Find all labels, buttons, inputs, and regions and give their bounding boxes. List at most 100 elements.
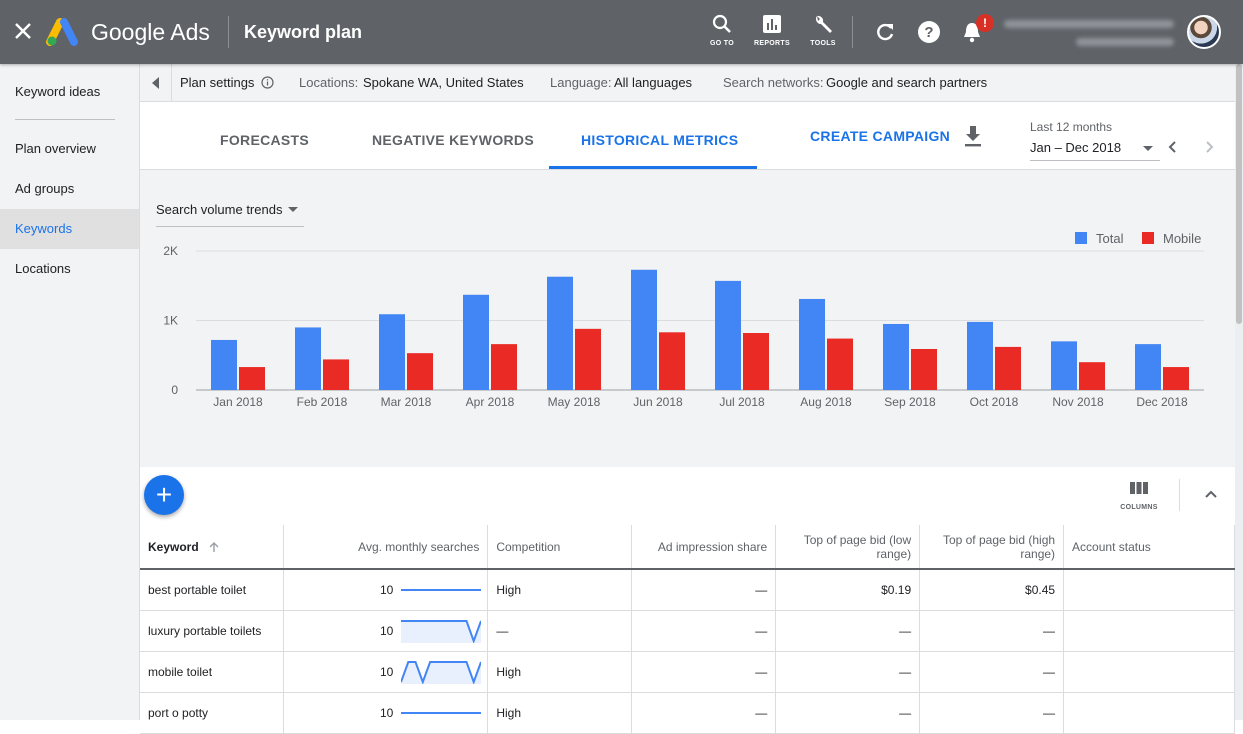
account-status-cell (1063, 610, 1235, 652)
reports-label: REPORTS (754, 40, 790, 47)
tab-historical-metrics[interactable]: HISTORICAL METRICS (581, 132, 738, 148)
sort-ascending-icon[interactable] (208, 541, 220, 553)
bar-mobile (323, 359, 349, 390)
bar-total (883, 323, 909, 390)
searches-value: 10 (379, 705, 394, 720)
x-tick-label: Oct 2018 (970, 395, 1019, 409)
bar-total (1135, 344, 1161, 390)
top-app-bar: Google Ads Keyword plan GO TO REPORTS TO… (0, 0, 1243, 64)
svg-text:?: ? (924, 24, 933, 41)
keywords-table-panel: + COLUMNS Keyword Avg. monthly searches … (140, 467, 1235, 734)
bar-total (967, 321, 993, 390)
header-bid-high[interactable]: Top of page bid (high range) (919, 525, 1065, 570)
sidebar-divider (15, 119, 115, 120)
sparkline-area (401, 620, 482, 643)
bar-mobile (239, 367, 265, 390)
competition-cell: High (487, 651, 633, 693)
language-label: Language: (550, 75, 612, 90)
bar-total (211, 339, 237, 390)
bar-total (799, 298, 825, 390)
keywords-table: Keyword Avg. monthly searches Competitio… (140, 525, 1235, 734)
bar-total (1051, 341, 1077, 390)
table-header-row: Keyword Avg. monthly searches Competitio… (140, 525, 1235, 570)
bar-mobile (407, 353, 433, 390)
add-keyword-button[interactable]: + (144, 475, 184, 515)
sidebar-item-keywords[interactable]: Keywords (0, 209, 139, 249)
info-icon[interactable] (261, 76, 274, 89)
bar-mobile (491, 344, 517, 390)
columns-label: COLUMNS (1120, 504, 1158, 511)
header-account-status[interactable]: Account status (1063, 525, 1235, 570)
legend-swatch (1142, 232, 1154, 244)
close-icon[interactable] (12, 20, 34, 42)
bid-low-cell: — (775, 692, 921, 734)
header-avg-monthly-searches[interactable]: Avg. monthly searches (283, 525, 489, 570)
table-row[interactable]: mobile toilet 10 High — — — (140, 651, 1235, 693)
account-name-redacted (1004, 20, 1174, 28)
tab-negative-keywords[interactable]: NEGATIVE KEYWORDS (372, 132, 534, 148)
table-row[interactable]: best portable toilet 10 High — $0.19 $0.45 (140, 569, 1235, 611)
avatar[interactable] (1187, 15, 1221, 49)
y-tick-label: 1K (163, 314, 178, 328)
notification-badge: ! (976, 14, 994, 32)
header-ad-impression-share[interactable]: Ad impression share (631, 525, 777, 570)
tab-forecasts[interactable]: FORECASTS (220, 132, 309, 148)
header-keyword[interactable]: Keyword (140, 525, 285, 570)
table-row[interactable]: port o potty 10 High — — — (140, 692, 1235, 734)
bid-high-cell: $0.45 (919, 569, 1065, 611)
sidebar-item-ad-groups[interactable]: Ad groups (0, 170, 139, 208)
refresh-icon[interactable] (873, 20, 897, 44)
date-range-caption: Last 12 months (1030, 120, 1113, 134)
reports-icon (763, 15, 781, 33)
bar-total (295, 327, 321, 390)
chevron-left-icon[interactable] (1166, 140, 1180, 154)
goto-button[interactable]: GO TO (697, 14, 747, 54)
impression-share-cell: — (631, 569, 777, 611)
sidebar-item-keyword-ideas[interactable]: Keyword ideas (0, 73, 139, 111)
bid-low-cell: — (775, 651, 921, 693)
header-competition[interactable]: Competition (487, 525, 633, 570)
chevron-down-icon[interactable] (288, 207, 298, 212)
reports-button[interactable]: REPORTS (747, 14, 797, 54)
account-id-redacted (1076, 38, 1174, 46)
table-row[interactable]: luxury portable toilets 10— — — — (140, 610, 1235, 652)
goto-label: GO TO (710, 40, 734, 47)
bar-mobile (1079, 362, 1105, 390)
legend-label: Mobile (1163, 231, 1201, 246)
collapse-settings-button[interactable] (140, 64, 172, 102)
sidebar-item-locations[interactable]: Locations (0, 250, 139, 288)
download-icon[interactable] (962, 124, 984, 148)
networks-value[interactable]: Google and search partners (826, 64, 987, 102)
chevron-down-icon[interactable] (1143, 146, 1153, 151)
wrench-icon (816, 15, 832, 33)
y-tick-label: 2K (163, 244, 178, 258)
chevron-right-icon[interactable] (1202, 140, 1216, 154)
bar-mobile (1163, 367, 1189, 390)
help-icon[interactable]: ? (917, 20, 941, 44)
header-keyword-label: Keyword (148, 539, 199, 554)
sidebar-item-plan-overview[interactable]: Plan overview (0, 130, 139, 168)
google-ads-logo (46, 18, 78, 46)
toolbar-divider (1179, 479, 1180, 511)
tools-button[interactable]: TOOLS (798, 14, 848, 54)
legend-swatch (1075, 232, 1087, 244)
account-status-cell (1063, 569, 1235, 611)
date-range-select[interactable]: Jan – Dec 2018 (1030, 140, 1121, 155)
bar-total (379, 314, 405, 390)
columns-button[interactable]: COLUMNS (1118, 481, 1160, 511)
chevron-up-icon[interactable] (1204, 489, 1218, 499)
x-tick-label: Jun 2018 (633, 395, 683, 409)
trend-sparkline (401, 619, 483, 644)
vertical-scrollbar[interactable] (1235, 64, 1243, 720)
chart-metric-select[interactable]: Search volume trends (156, 202, 282, 217)
searches-cell: 10 (283, 569, 489, 611)
impression-share-cell: — (631, 610, 777, 652)
sidebar-nav: Keyword ideas Plan overview Ad groups Ke… (0, 64, 140, 720)
header-bid-low[interactable]: Top of page bid (low range) (775, 525, 921, 570)
create-campaign-button[interactable]: CREATE CAMPAIGN (810, 128, 950, 144)
scrollbar-thumb[interactable] (1236, 64, 1242, 324)
x-tick-label: Dec 2018 (1136, 395, 1188, 409)
language-value[interactable]: All languages (614, 64, 692, 102)
date-select-underline (1030, 160, 1160, 161)
locations-value[interactable]: Spokane WA, United States (363, 64, 524, 102)
